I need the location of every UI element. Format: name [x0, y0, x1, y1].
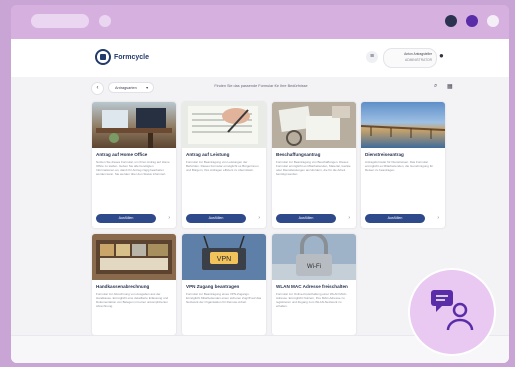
home-office-illustration [96, 108, 172, 148]
chevron-right-icon[interactable]: › [258, 214, 260, 223]
card-title: VPN Zugang beantragen [186, 284, 240, 289]
user-role: ADMINISTRATOR [405, 58, 432, 62]
svg-text:Wi-Fi: Wi-Fi [307, 264, 321, 270]
pier-illustration [361, 125, 445, 139]
card-image-vpn: VPN [182, 234, 266, 280]
form-card[interactable]: Antrag auf Leistung Formular zur Beantra… [182, 102, 266, 228]
form-card[interactable]: Handkassenabrechnung Formular zur Abrech… [92, 234, 176, 335]
address-pill[interactable] [31, 14, 89, 28]
card-title: WLAN MAC Adresse freischalten [276, 284, 348, 289]
fill-out-button[interactable]: Ausfüllen [186, 214, 246, 223]
desk-papers-illustration [272, 102, 356, 148]
search-hint: Finden Sie das passende Formular für Ihr… [214, 84, 308, 88]
card-description: Antragsformular für Dienstreisen. Das Fo… [365, 160, 434, 172]
fill-out-button[interactable]: Ausfüllen [365, 214, 425, 223]
user-chip[interactable]: Anton Antragsteller ADMINISTRATOR [383, 48, 437, 68]
form-card[interactable]: VPN VPN Zugang beantragen Formular zur B… [182, 234, 266, 335]
search-icon[interactable]: ⌕ [434, 83, 437, 90]
card-image-leistung [182, 102, 266, 148]
form-card[interactable]: Dienstreiseantrag Antragsformular für Di… [361, 102, 445, 228]
card-image-dienstreise [361, 102, 445, 148]
form-card[interactable]: Beschaffungsantrag Formular zur Beantrag… [272, 102, 356, 228]
card-image-home-office [92, 102, 176, 148]
card-description: Formular zur Beantragung von Leistungen … [186, 160, 259, 172]
card-title: Antrag auf Home Office [96, 152, 148, 157]
form-card[interactable]: Antrag auf Home Office Nutzen Sie dieses… [92, 102, 176, 228]
document-pen-illustration [188, 106, 258, 144]
vpn-router-illustration: VPN [202, 235, 246, 270]
card-image-handkasse [92, 234, 176, 280]
card-description: Nutzen Sie dieses Formular, um Ihren Ant… [96, 160, 170, 176]
window-titlebar [11, 5, 509, 39]
logo-text: Formcycle [114, 53, 150, 61]
chevron-right-icon[interactable]: › [437, 214, 439, 223]
window-dot-light[interactable] [99, 15, 111, 27]
chevron-right-icon[interactable]: › [168, 214, 170, 223]
filter-dropdown[interactable]: Antragsarten ▾ [108, 82, 154, 93]
card-description: Formular zur Online-Freischaltung einer … [276, 292, 348, 308]
chevron-right-icon[interactable]: › [348, 214, 350, 223]
app-header: Formcycle ≡ Anton Antragsteller ADMINIST… [11, 39, 509, 77]
cash-drawer-illustration [96, 240, 172, 274]
toolbar: ‹ Antragsarten ▾ Finden Sie das passende… [11, 77, 509, 99]
user-name: Anton Antragsteller [404, 52, 432, 56]
fill-out-button[interactable]: Ausfüllen [96, 214, 156, 223]
padlock-illustration: Wi-Fi [272, 234, 356, 280]
card-image-beschaffung [272, 102, 356, 148]
card-title: Dienstreiseantrag [365, 152, 404, 157]
window-dot-white[interactable] [487, 15, 499, 27]
hamburger-icon[interactable]: ≡ [366, 51, 378, 63]
logo-icon [95, 49, 111, 65]
chat-support-button[interactable] [408, 268, 496, 356]
user-icon[interactable]: ● [439, 51, 444, 60]
card-title: Beschaffungsantrag [276, 152, 321, 157]
card-title: Antrag auf Leistung [186, 152, 230, 157]
chevron-down-icon: ▾ [146, 86, 148, 90]
window-dot-purple[interactable] [466, 15, 478, 27]
card-image-wlan: Wi-Fi [272, 234, 356, 280]
form-card[interactable]: Wi-Fi WLAN MAC Adresse freischalten Form… [272, 234, 356, 335]
filter-label: Antragsarten [115, 86, 137, 90]
window-dot-dark[interactable] [445, 15, 457, 27]
card-description: Formular zur Beantragung von Beschaffung… [276, 160, 351, 176]
chat-support-icon [431, 290, 474, 331]
chevron-left-icon[interactable]: ‹ [91, 82, 104, 95]
card-title: Handkassenabrechnung [96, 284, 150, 289]
fill-out-button[interactable]: Ausfüllen [276, 214, 336, 223]
app-logo[interactable]: Formcycle [95, 49, 149, 65]
card-description: Formular zur Abrechnung von Ausgaben aus… [96, 292, 169, 308]
card-description: Formular zur Beantragung eines VPN-Zugan… [186, 292, 262, 304]
svg-text:VPN: VPN [217, 256, 231, 263]
grid-icon[interactable]: ▦ [447, 83, 453, 90]
